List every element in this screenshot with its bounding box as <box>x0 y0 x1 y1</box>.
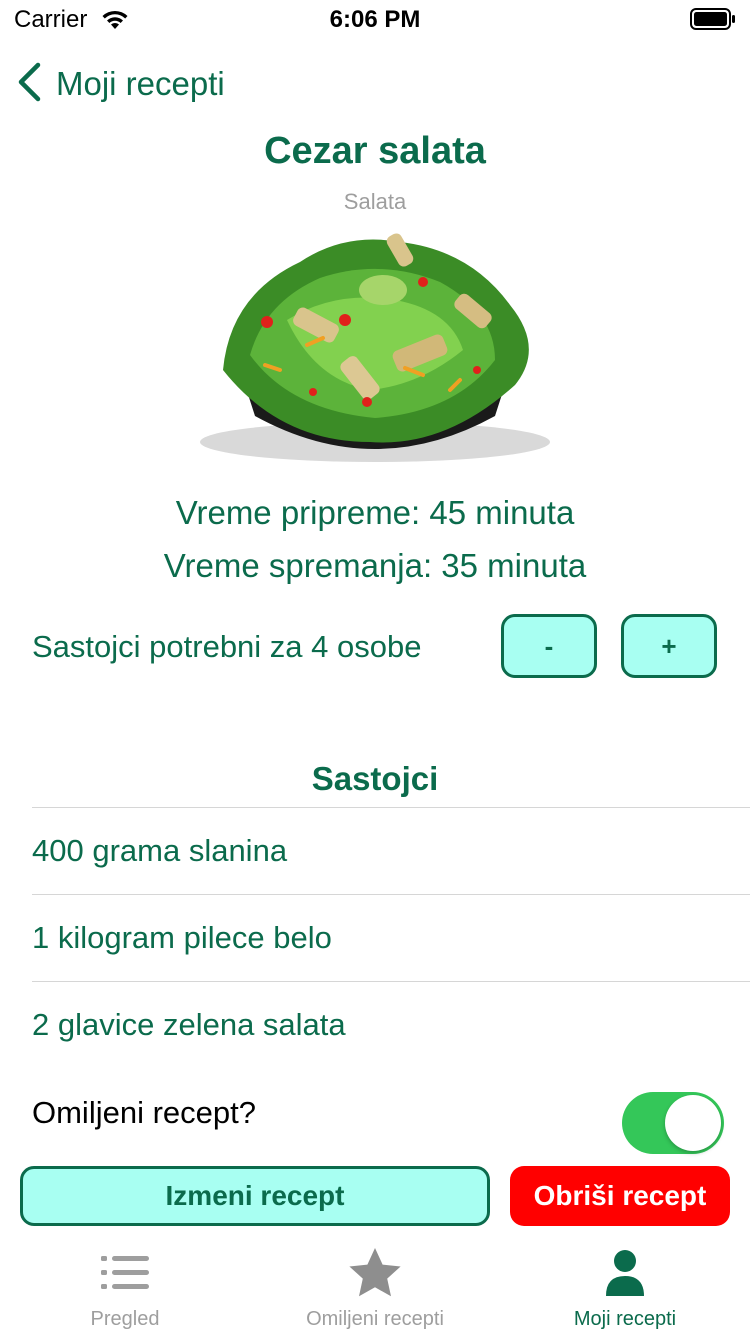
cook-time: Vreme spremanja: 35 minuta <box>163 547 587 584</box>
list-item: 1 kilogram pilece belo <box>32 894 750 981</box>
prep-time: Vreme pripreme: 45 minuta <box>175 494 575 531</box>
tab-label: Pregled <box>90 1308 160 1330</box>
tab-omiljeni-recepti[interactable]: Omiljeni recepti <box>250 1236 500 1334</box>
favorite-toggle[interactable] <box>622 1092 724 1154</box>
recipe-title: Cezar salata <box>264 130 486 172</box>
chevron-left-icon <box>16 62 42 107</box>
tab-label: Omiljeni recepti <box>306 1308 444 1330</box>
decrease-servings-button[interactable]: - <box>501 614 597 678</box>
list-item: 400 grama slanina <box>32 807 750 894</box>
list-icon <box>0 1246 250 1300</box>
toggle-knob <box>665 1095 721 1151</box>
tab-bar: Pregled Omiljeni recepti Moji recepti <box>0 1236 750 1334</box>
list-item: 2 glavice zelena salata <box>32 981 750 1068</box>
edit-recipe-button[interactable]: Izmeni recept <box>20 1166 490 1226</box>
recipe-category: Salata <box>343 189 407 214</box>
back-button[interactable]: Moji recepti <box>16 62 225 106</box>
tab-moji-recepti[interactable]: Moji recepti <box>500 1236 750 1334</box>
favorite-label: Omiljeni recept? <box>32 1095 256 1130</box>
increase-servings-button[interactable]: + <box>621 614 717 678</box>
back-label: Moji recepti <box>56 65 225 102</box>
tab-label: Moji recepti <box>573 1308 677 1330</box>
ingredients-title: Sastojci <box>311 760 439 797</box>
clock: 6:06 PM <box>329 6 421 33</box>
star-icon <box>250 1246 500 1300</box>
recipe-photo <box>195 220 555 470</box>
person-icon <box>500 1246 750 1300</box>
tab-pregled[interactable]: Pregled <box>0 1236 250 1334</box>
ingredients-list: 400 grama slanina 1 kilogram pilece belo… <box>32 807 750 1068</box>
battery-icon <box>690 8 736 35</box>
servings-label: Sastojci potrebni za 4 osobe <box>32 629 422 664</box>
status-bar: Carrier 6:06 PM <box>0 0 750 40</box>
delete-recipe-button[interactable]: Obriši recept <box>510 1166 730 1226</box>
